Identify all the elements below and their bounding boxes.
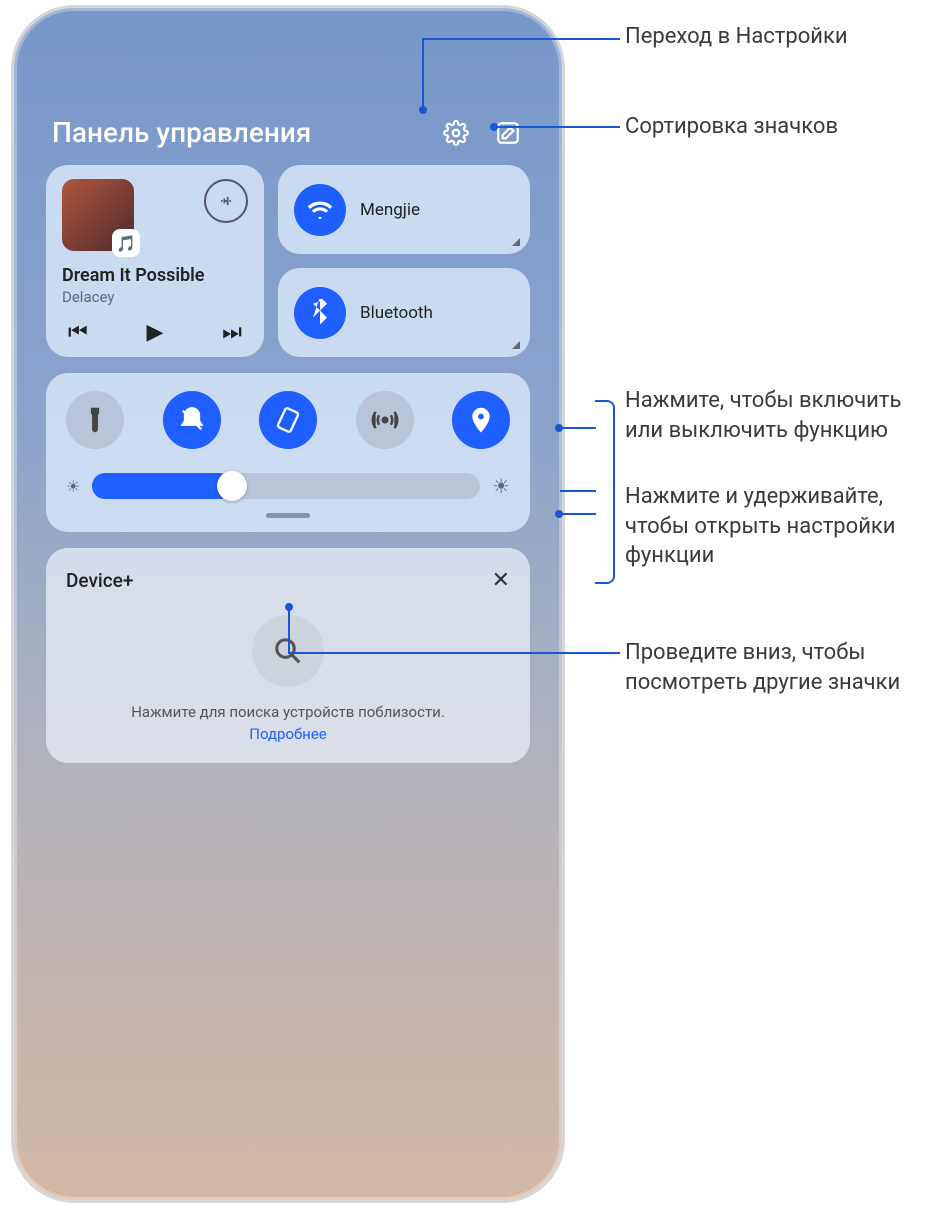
callout-line [422, 38, 620, 40]
callout-dot [490, 123, 498, 131]
wifi-tile[interactable]: Mengjie [278, 165, 530, 254]
next-track-icon[interactable]: ⏭ [222, 320, 242, 345]
callout-line [560, 490, 596, 492]
prev-track-icon[interactable]: ⏮ [68, 320, 88, 345]
wifi-icon [294, 184, 346, 236]
callout-dot [285, 603, 293, 611]
callout-sort: Сортировка значков [625, 112, 838, 142]
callout-hold: Нажмите и удерживайте, чтобы открыть нас… [625, 482, 925, 571]
bluetooth-label: Bluetooth [360, 303, 433, 323]
expand-corner-icon [512, 341, 520, 349]
callout-swipe: Проведите вниз, чтобы посмотреть другие … [625, 638, 925, 697]
expand-handle[interactable] [266, 513, 310, 518]
expand-corner-icon [512, 238, 520, 246]
mute-toggle[interactable] [163, 391, 221, 449]
play-icon[interactable]: ▶ [147, 320, 164, 345]
callout-line [422, 38, 424, 108]
device-plus-title: Device+ [66, 569, 133, 592]
brightness-slider[interactable] [92, 473, 480, 499]
callout-dot [419, 106, 427, 114]
device-hint: Нажмите для поиска устройств поблизости. [66, 703, 510, 721]
brightness-high-icon: ☀ [492, 474, 510, 498]
brightness-row: ☀ ☀ [66, 473, 510, 499]
callout-tap: Нажмите, чтобы включить или выключить фу… [625, 386, 925, 445]
flashlight-toggle[interactable] [66, 391, 124, 449]
callout-line [558, 513, 596, 515]
wifi-label: Mengjie [360, 200, 420, 220]
cast-icon[interactable] [204, 179, 248, 223]
callout-line [288, 608, 290, 654]
callout-line [288, 652, 620, 654]
album-art: 🎵 [62, 179, 134, 251]
hotspot-toggle[interactable] [356, 391, 414, 449]
track-artist: Delacey [62, 288, 248, 306]
quick-toggles-card: ☀ ☀ [46, 373, 530, 532]
music-card[interactable]: 🎵 Dream It Possible Delacey ⏮ ▶ ⏭ [46, 165, 264, 357]
callout-line [496, 126, 620, 128]
device-plus-card: Device+ ✕ Нажмите для поиска устройств п… [46, 548, 530, 763]
close-icon[interactable]: ✕ [492, 568, 510, 593]
device-more-link[interactable]: Подробнее [66, 725, 510, 743]
brightness-low-icon: ☀ [66, 477, 80, 496]
panel-title: Панель управления [52, 116, 420, 149]
callout-line [558, 427, 596, 429]
bluetooth-icon [294, 287, 346, 339]
callout-settings: Переход в Настройки [625, 22, 848, 52]
track-title: Dream It Possible [62, 265, 248, 286]
music-controls: ⏮ ▶ ⏭ [62, 320, 248, 345]
settings-icon[interactable] [440, 117, 472, 149]
slider-thumb[interactable] [217, 471, 247, 501]
edit-icon[interactable] [492, 117, 524, 149]
location-toggle[interactable] [452, 391, 510, 449]
callout-bracket [595, 400, 615, 584]
rotation-toggle[interactable] [259, 391, 317, 449]
music-app-badge-icon: 🎵 [112, 229, 140, 257]
bluetooth-tile[interactable]: Bluetooth [278, 268, 530, 357]
